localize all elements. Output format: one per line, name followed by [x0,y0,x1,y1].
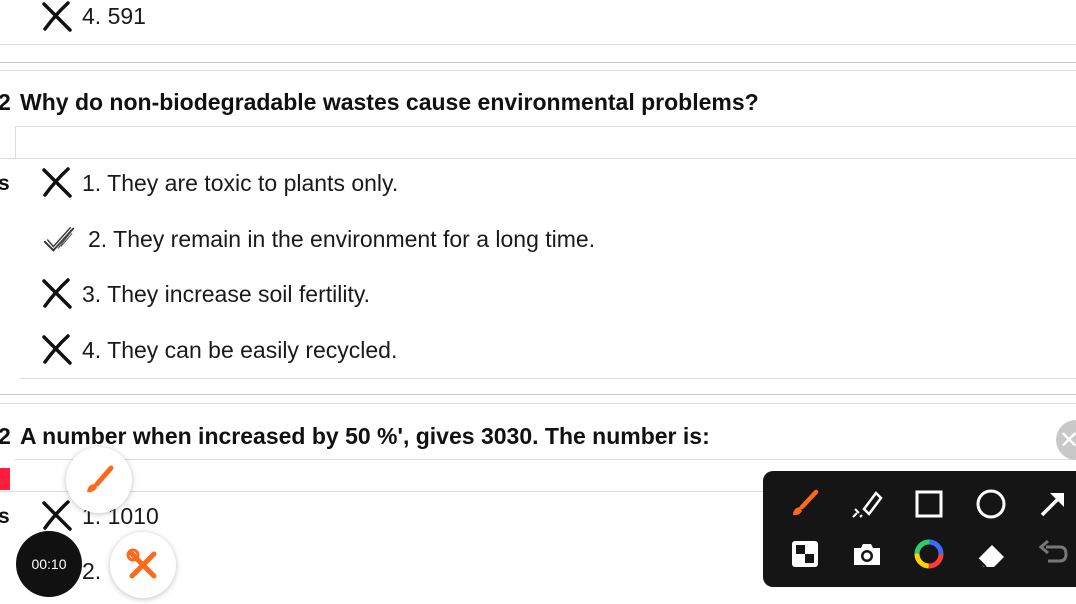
option-text[interactable]: 3. They increase soil fertility. [82,281,370,308]
option-text[interactable]: 1. They are toxic to plants only. [82,170,398,197]
close-overlay-button[interactable]: ✕ [1056,420,1076,460]
cross-mark-icon [42,167,72,198]
color-wheel-icon[interactable] [909,534,949,574]
divider [0,44,1076,45]
question-text: A number when increased by 50 %', gives … [20,423,710,449]
arrow-icon[interactable] [1033,484,1073,524]
rectangle-icon[interactable] [909,484,949,524]
mosaic-icon[interactable] [785,534,825,574]
brush-icon[interactable] [785,484,825,524]
record-indicator [0,468,10,490]
undo-icon[interactable] [1033,534,1073,574]
cross-mark-icon [42,1,72,32]
divider [0,403,1076,404]
highlighter-icon[interactable] [847,484,887,524]
divider [0,70,1076,71]
eraser-icon[interactable] [971,534,1011,574]
side-label: s [0,505,10,528]
divider [15,459,1076,460]
recording-timer[interactable]: 00:10 [16,531,82,597]
tools-float-button[interactable] [110,532,176,598]
close-icon: ✕ [1058,426,1076,454]
option-text[interactable]: 2. They remain in the environment for a … [88,226,595,253]
circle-icon[interactable] [971,484,1011,524]
question-number: 2 [0,423,11,449]
brush-float-button[interactable] [66,447,132,513]
camera-icon[interactable] [847,534,887,574]
option-text[interactable]: 4. They can be easily recycled. [82,337,397,364]
annotation-toolbar [763,471,1076,587]
side-label: s [0,172,10,195]
question-text: Why do non-biodegradable wastes cause en… [20,89,759,115]
brush-icon [87,465,114,493]
prev-option-text: 4. 591 [82,3,146,29]
cross-mark-icon [42,334,72,365]
option-text[interactable]: 2. [82,558,101,585]
answer-box [15,126,16,158]
cross-mark-icon [42,500,72,531]
cross-mark-icon [42,278,72,309]
divider [0,394,1076,395]
tools-icon [126,548,157,579]
divider [0,62,1076,63]
divider [0,158,1076,159]
question-number: 2 [0,89,11,115]
check-mark-icon [43,226,75,252]
divider [20,378,1076,379]
divider [15,126,1076,127]
